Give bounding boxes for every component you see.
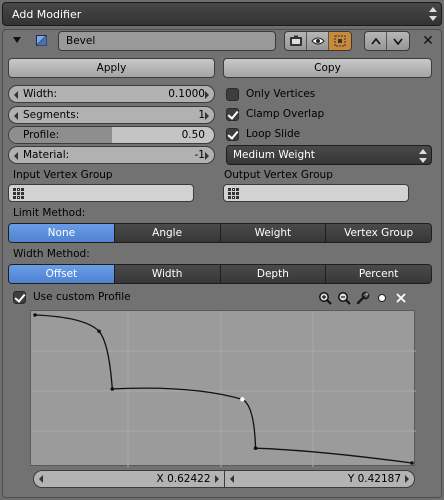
collapse-icon[interactable] — [13, 37, 21, 43]
point-x-field[interactable]: X 0.62422 — [33, 470, 225, 488]
increment-arrow-icon[interactable] — [405, 475, 409, 483]
width-label: Width: — [23, 88, 58, 100]
curve-point[interactable] — [253, 446, 258, 450]
modifier-name-field[interactable]: Bevel — [58, 31, 276, 51]
vertex-group-icon — [228, 187, 239, 199]
input-vertex-group-field[interactable] — [8, 184, 194, 202]
clamp-overlap-checkbox[interactable]: Clamp Overlap — [226, 106, 324, 122]
display-toggles — [284, 31, 352, 51]
viewport-toggle-icon[interactable] — [307, 32, 329, 50]
editmode-toggle-icon[interactable] — [329, 32, 351, 50]
width-method-offset[interactable]: Offset — [9, 265, 115, 283]
width-method-percent[interactable]: Percent — [326, 265, 431, 283]
curve-tools — [318, 291, 408, 305]
width-method-width[interactable]: Width — [114, 265, 221, 283]
curve-point[interactable] — [410, 461, 414, 465]
profile-curve-graph[interactable] — [31, 311, 416, 467]
curve-point[interactable] — [110, 387, 115, 391]
input-vertex-group-label: Input Vertex Group — [13, 169, 113, 181]
width-value: 0.1000 — [168, 88, 205, 100]
copy-button[interactable]: Copy — [223, 58, 432, 78]
curve-grid — [31, 311, 416, 467]
move-buttons — [364, 31, 410, 51]
limit-method-angle[interactable]: Angle — [114, 224, 221, 242]
loop-slide-checkbox[interactable]: Loop Slide — [226, 126, 300, 142]
limit-method-none[interactable]: None — [9, 224, 115, 242]
profile-slider[interactable]: Profile: 0.50 — [8, 126, 215, 144]
material-field[interactable]: Material: -1 — [8, 146, 215, 164]
width-field[interactable]: Width: 0.1000 — [8, 85, 215, 103]
segments-value: 1 — [198, 109, 205, 121]
increment-arrow-icon[interactable] — [205, 152, 209, 160]
dropdown-arrows-icon — [429, 7, 437, 21]
width-method-depth[interactable]: Depth — [220, 265, 327, 283]
limit-method-vertex-group[interactable]: Vertex Group — [326, 224, 431, 242]
clamp-overlap-label: Clamp Overlap — [246, 108, 325, 120]
curve-point[interactable] — [33, 313, 37, 317]
limit-method-weight[interactable]: Weight — [220, 224, 327, 242]
weight-select[interactable]: Medium Weight — [226, 145, 432, 165]
profile-curve — [34, 314, 413, 464]
increment-arrow-icon[interactable] — [214, 475, 219, 483]
delete-point-icon[interactable] — [394, 291, 408, 305]
decrement-arrow-icon[interactable] — [39, 475, 43, 483]
curve-point-coordinates: X 0.62422 Y 0.42187 — [33, 470, 415, 488]
limit-method-label: Limit Method: — [13, 207, 86, 219]
output-vertex-group-label: Output Vertex Group — [224, 169, 333, 181]
point-x-value: X 0.62422 — [156, 473, 211, 485]
point-y-value: Y 0.42187 — [347, 473, 401, 485]
output-vertex-group-field[interactable] — [223, 184, 409, 202]
limit-method-selector: None Angle Weight Vertex Group — [8, 223, 432, 243]
increment-arrow-icon[interactable] — [205, 91, 209, 99]
bevel-modifier-icon — [35, 34, 48, 47]
apply-button[interactable]: Apply — [8, 58, 215, 78]
decrement-arrow-icon[interactable] — [14, 91, 18, 99]
checkbox-box[interactable] — [13, 290, 26, 304]
material-value: -1 — [194, 149, 205, 161]
decrement-arrow-icon[interactable] — [14, 152, 18, 160]
profile-label: Profile: — [23, 129, 60, 141]
checkbox-box[interactable] — [226, 127, 239, 141]
move-down-icon[interactable] — [387, 32, 409, 50]
add-modifier-label: Add Modifier — [12, 7, 82, 21]
material-label: Material: — [23, 149, 70, 161]
selected-curve-point[interactable] — [240, 397, 245, 402]
zoom-in-icon[interactable] — [318, 291, 332, 305]
vertex-group-icon — [13, 187, 24, 199]
width-method-label: Width Method: — [13, 248, 90, 260]
wrench-icon[interactable] — [356, 291, 370, 305]
only-vertices-label: Only Vertices — [246, 88, 316, 100]
use-custom-profile-checkbox[interactable]: Use custom Profile — [13, 289, 131, 305]
segments-label: Segments: — [23, 109, 80, 121]
checkbox-box[interactable] — [226, 107, 239, 121]
width-method-selector: Offset Width Depth Percent — [8, 264, 432, 284]
zoom-out-icon[interactable] — [337, 291, 351, 305]
curve-points — [33, 313, 414, 465]
loop-slide-label: Loop Slide — [246, 128, 301, 140]
dropdown-arrows-icon — [419, 149, 427, 163]
checkbox-box[interactable] — [226, 87, 239, 101]
decrement-arrow-icon[interactable] — [229, 475, 234, 483]
modifier-header: Bevel ✕ — [6, 31, 438, 51]
add-modifier-dropdown[interactable]: Add Modifier — [2, 2, 442, 26]
point-y-field[interactable]: Y 0.42187 — [224, 470, 415, 488]
remove-modifier-icon[interactable]: ✕ — [420, 32, 436, 50]
decrement-arrow-icon[interactable] — [14, 112, 18, 120]
only-vertices-checkbox[interactable]: Only Vertices — [226, 86, 315, 102]
handle-type-icon[interactable] — [375, 291, 389, 305]
increment-arrow-icon[interactable] — [205, 112, 209, 120]
profile-value: 0.50 — [181, 129, 205, 141]
profile-curve-widget[interactable] — [30, 310, 416, 467]
use-custom-profile-label: Use custom Profile — [33, 291, 131, 303]
weight-select-value: Medium Weight — [233, 149, 315, 161]
curve-point[interactable] — [97, 329, 101, 334]
render-toggle-icon[interactable] — [285, 32, 307, 50]
segments-field[interactable]: Segments: 1 — [8, 106, 215, 124]
move-up-icon[interactable] — [365, 32, 387, 50]
